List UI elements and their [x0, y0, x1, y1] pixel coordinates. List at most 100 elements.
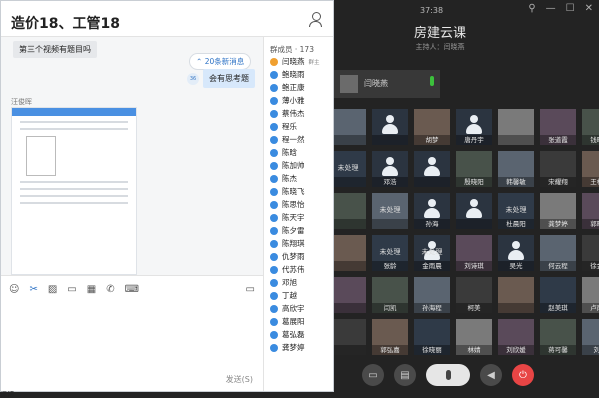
participant-tile[interactable]: 柯美 — [456, 277, 492, 313]
participant-tile[interactable]: 郭晓妮 — [582, 193, 599, 229]
member-item[interactable]: 蔡伟杰 — [264, 107, 333, 120]
participant-tile[interactable]: 宋耀翔 — [540, 151, 576, 187]
participant-tile[interactable]: 邓浩 — [372, 151, 408, 187]
participant-tile[interactable] — [330, 319, 366, 355]
participant-tile[interactable]: 刘欣媛 — [498, 319, 534, 355]
maximize-icon[interactable]: ☐ — [566, 3, 575, 14]
participant-tile[interactable]: 龚梦婷 — [540, 193, 576, 229]
file-button[interactable]: ▤ — [394, 364, 416, 386]
composer[interactable]: ☺ ✂ ▨ ▭ ▦ ✆ ⌨ ▭ 发送(S) — [1, 275, 263, 391]
participant-tile[interactable]: 徐金超 — [582, 235, 599, 271]
screen-share-button[interactable]: ▭ — [362, 364, 384, 386]
participant-tile[interactable]: 唐丹宇 — [456, 109, 492, 145]
emoji-icon[interactable]: ☺ — [9, 284, 19, 295]
participant-tile[interactable] — [456, 193, 492, 229]
speaker-button[interactable]: ◀ — [480, 364, 502, 386]
participant-tile[interactable]: 未处理 张龄 — [372, 235, 408, 271]
participant-tile[interactable]: 未处理 金雨晨 — [414, 235, 450, 271]
user-icon — [270, 239, 278, 248]
participant-tile[interactable]: 钱旺禹 — [582, 109, 599, 145]
participant-tile[interactable] — [414, 151, 450, 187]
participant-tile[interactable]: 林婧 — [456, 319, 492, 355]
member-item[interactable]: 葛展阳 — [264, 315, 333, 328]
member-item[interactable]: 陈夕雷 — [264, 224, 333, 237]
image-message[interactable] — [11, 107, 137, 275]
participant-tile[interactable] — [330, 109, 366, 145]
member-item[interactable]: 程乐 — [264, 120, 333, 133]
phone-icon[interactable]: ✆ — [106, 284, 114, 295]
meeting-timer: 37:38 — [420, 6, 444, 15]
member-item[interactable]: 陈晗 — [264, 146, 333, 159]
member-item[interactable]: 高欣宇 — [264, 302, 333, 315]
participant-tile[interactable]: 未处理 — [330, 151, 366, 187]
participant-tile[interactable] — [330, 277, 366, 313]
composer-toolbar: ☺ ✂ ▨ ▭ ▦ ✆ ⌨ — [9, 284, 139, 295]
participant-tile[interactable]: 蒋可馨 — [540, 319, 576, 355]
folder-icon[interactable]: ▭ — [67, 284, 76, 295]
participant-tile[interactable]: 张道霞 — [540, 109, 576, 145]
member-item[interactable]: 鲍正康 — [264, 81, 333, 94]
member-item[interactable]: 邓旭 — [264, 276, 333, 289]
unprocessed-label: 未处理 — [505, 206, 527, 214]
participant-tile[interactable] — [498, 109, 534, 145]
member-item[interactable]: 陈翔琪 — [264, 237, 333, 250]
participant-tile[interactable]: 闫凯 — [372, 277, 408, 313]
member-item[interactable]: 鲍晓雨 — [264, 68, 333, 81]
member-item[interactable]: 葛弘磊 — [264, 328, 333, 341]
window-controls: ⚲ — ☐ ✕ — [528, 3, 593, 14]
tile-name-strip — [498, 303, 534, 313]
participant-name: 杜晨阳 — [506, 220, 526, 228]
participant-tile[interactable]: 刘萌 — [582, 319, 599, 355]
screen-icon[interactable]: ▭ — [246, 284, 255, 295]
apps-icon[interactable]: ▦ — [87, 284, 96, 295]
participant-tile[interactable]: 王梓凝 — [582, 151, 599, 187]
participant-tile[interactable] — [372, 109, 408, 145]
participant-tile[interactable]: 孙海 — [414, 193, 450, 229]
pin-icon[interactable]: ⚲ — [528, 3, 535, 14]
participant-tile[interactable] — [498, 277, 534, 313]
member-item[interactable]: 陈杰 — [264, 172, 333, 185]
participant-tile[interactable]: 胡梦 — [414, 109, 450, 145]
member-item[interactable]: 仇梦雨 — [264, 250, 333, 263]
user-icon — [270, 135, 278, 144]
participant-tile[interactable]: 刘诗琪 — [456, 235, 492, 271]
member-item[interactable]: 陈晓飞 — [264, 185, 333, 198]
member-item[interactable]: 闫晓燕 群主 — [264, 55, 333, 68]
minimize-icon[interactable]: — — [546, 3, 556, 14]
participant-tile[interactable]: 郭弘嘉 — [372, 319, 408, 355]
member-item[interactable]: 程一然 — [264, 133, 333, 146]
host-video-tile[interactable]: 闫晓燕 — [334, 70, 440, 98]
participant-tile[interactable]: 殷晓阳 — [456, 151, 492, 187]
participant-tile[interactable]: 韩馨敏 — [498, 151, 534, 187]
member-item[interactable]: 龚梦婷 — [264, 341, 333, 354]
member-list[interactable]: 群成员 · 173 闫晓燕 群主 鲍晓雨 鲍正康 薄小雅 蔡伟杰 程乐 程一然 陈晗 陈加帅 陈杰陈… — [263, 37, 333, 391]
keyboard-icon[interactable]: ⌨ — [125, 284, 139, 295]
image-text-line — [20, 121, 128, 123]
send-button[interactable]: 发送(S) — [226, 374, 253, 385]
participant-tile[interactable]: 徐晓丽 — [414, 319, 450, 355]
message-list[interactable]: 第三个视频有题目吗 ⌃ 20条新消息 36 会有思考题 汪俊晖 — [1, 37, 263, 275]
member-item[interactable]: 陈天宇 — [264, 211, 333, 224]
new-messages-badge[interactable]: ⌃ 20条新消息 — [189, 53, 252, 70]
image-icon[interactable]: ▨ — [48, 284, 57, 295]
member-item[interactable]: 薄小雅 — [264, 94, 333, 107]
participant-tile[interactable]: 未处理 — [372, 193, 408, 229]
member-item[interactable]: 陈思怡 — [264, 198, 333, 211]
member-item[interactable]: 陈加帅 — [264, 159, 333, 172]
leave-button[interactable]: ⏻ — [512, 364, 534, 386]
participant-tile[interactable]: 未处理 杜晨阳 — [498, 193, 534, 229]
unprocessed-label: 未处理 — [379, 206, 401, 214]
participant-tile[interactable]: 吴光 — [498, 235, 534, 271]
mic-button[interactable] — [426, 364, 470, 386]
participant-tile[interactable]: 卢雨宏 — [582, 277, 599, 313]
participant-tile[interactable]: 孙海程 — [414, 277, 450, 313]
member-item[interactable]: 丁越 — [264, 289, 333, 302]
participant-tile[interactable]: 赵美琪 — [540, 277, 576, 313]
participant-tile[interactable] — [330, 235, 366, 271]
member-item[interactable]: 代苏伟 — [264, 263, 333, 276]
scissors-icon[interactable]: ✂ — [29, 284, 37, 295]
participant-tile[interactable]: 何云程 — [540, 235, 576, 271]
add-user-icon[interactable] — [309, 12, 323, 27]
close-icon[interactable]: ✕ — [585, 3, 593, 14]
participant-tile[interactable] — [330, 193, 366, 229]
